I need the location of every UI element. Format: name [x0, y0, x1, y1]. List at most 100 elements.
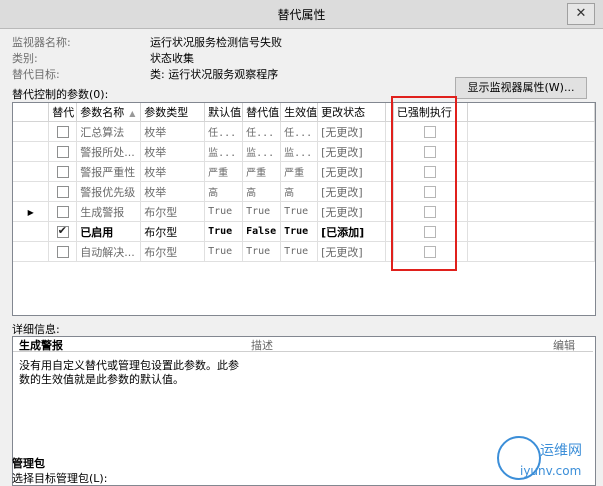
change-status-cell: [无更改] [317, 181, 386, 202]
spacer-cell [385, 241, 394, 262]
row-header[interactable] [13, 181, 50, 202]
enforced-checkbox-cell[interactable] [393, 201, 468, 222]
enforced-checkbox[interactable] [424, 166, 437, 178]
effective-value-cell: True [280, 201, 319, 222]
param-name-cell: 自动解决... [76, 241, 142, 262]
category-value: 状态收集 [150, 52, 194, 65]
default-value-cell: True [204, 201, 244, 222]
enforced-checkbox-cell[interactable] [393, 221, 468, 242]
enforced-checkbox-cell[interactable] [393, 141, 468, 162]
enforced-checkbox-cell[interactable] [393, 241, 468, 262]
param-type-cell: 枚举 [140, 181, 206, 202]
spacer-cell [385, 221, 394, 242]
detail-header: 生成警报 描述 编辑 [13, 337, 593, 352]
param-name-cell: 生成警报 [76, 201, 142, 222]
enforced-checkbox[interactable] [424, 246, 437, 258]
row-header[interactable] [13, 241, 50, 262]
param-type-cell: 枚举 [140, 121, 206, 142]
param-name-cell: 警报优先级 [76, 181, 142, 202]
override-checkbox[interactable] [56, 146, 69, 158]
row-header[interactable]: ▶ [13, 201, 50, 222]
col-effective-value[interactable]: 生效值 [280, 103, 319, 122]
change-status-cell: [无更改] [317, 121, 386, 142]
col-default-value[interactable]: 默认值 [204, 103, 244, 122]
override-value-cell[interactable]: True [242, 241, 282, 262]
row-header-corner [13, 103, 50, 122]
enforced-checkbox-cell[interactable] [393, 121, 468, 142]
row-header[interactable] [13, 121, 50, 142]
col-override[interactable]: 替代 [48, 103, 78, 122]
override-value-cell[interactable]: False [242, 221, 282, 242]
filler-cell [467, 121, 595, 142]
default-value-cell: True [204, 241, 244, 262]
close-button[interactable]: ✕ [567, 3, 595, 25]
col-filler [467, 103, 595, 122]
override-checkbox-cell[interactable] [48, 201, 78, 222]
override-value-cell[interactable]: True [242, 201, 282, 222]
override-checkbox-cell[interactable] [48, 121, 78, 142]
override-value-cell[interactable]: 高 [242, 181, 282, 202]
override-checkbox-cell[interactable] [48, 221, 78, 242]
enforced-checkbox-cell[interactable] [393, 161, 468, 182]
table-row[interactable]: 汇总算法 枚举 任... 任... 任... [无更改] [13, 121, 595, 142]
override-checkbox[interactable] [56, 126, 69, 138]
enforced-checkbox[interactable] [424, 126, 437, 138]
param-type-cell: 枚举 [140, 141, 206, 162]
override-checkbox-cell[interactable] [48, 141, 78, 162]
params-label: 替代控制的参数(0): [12, 88, 109, 101]
enforced-checkbox[interactable] [424, 226, 437, 238]
filler-cell [467, 241, 595, 262]
parameters-grid: 替代 参数名称 ▲ 参数类型 默认值 替代值 生效值 更改状态 已强制执行 汇总算… [12, 102, 596, 316]
watermark-brand: 运维网 [540, 443, 582, 459]
spacer-cell [385, 121, 394, 142]
filler-cell [467, 141, 595, 162]
table-row[interactable]: 已启用布尔型TrueFalseTrue[已添加] [13, 221, 595, 242]
default-value-cell: 高 [204, 181, 244, 202]
row-header[interactable] [13, 141, 50, 162]
override-value-cell[interactable]: 任... [242, 121, 282, 142]
override-checkbox-cell[interactable] [48, 161, 78, 182]
override-checkbox-cell[interactable] [48, 181, 78, 202]
enforced-checkbox[interactable] [424, 206, 437, 218]
param-type-cell: 布尔型 [140, 201, 206, 222]
effective-value-cell: 高 [280, 181, 319, 202]
spacer-cell [385, 141, 394, 162]
table-row[interactable]: ▶ 生成警报 布尔型 True True True [无更改] [13, 201, 595, 222]
override-target-value: 类: 运行状况服务观察程序 [150, 68, 279, 81]
param-name-cell: 已启用 [76, 221, 142, 242]
col-change-status[interactable]: 更改状态 [317, 103, 386, 122]
override-checkbox[interactable] [56, 166, 69, 178]
override-checkbox-cell[interactable] [48, 241, 78, 262]
enforced-checkbox-cell[interactable] [393, 181, 468, 202]
filler-cell [467, 201, 595, 222]
col-param-type[interactable]: 参数类型 [140, 103, 206, 122]
enforced-checkbox[interactable] [424, 146, 437, 158]
filler-cell [467, 181, 595, 202]
override-checkbox[interactable] [56, 224, 69, 238]
row-header[interactable] [13, 221, 50, 242]
col-override-value[interactable]: 替代值 [242, 103, 282, 122]
table-row[interactable]: 警报严重性 枚举 严重 严重 严重 [无更改] [13, 161, 595, 182]
row-header[interactable] [13, 161, 50, 182]
table-row[interactable]: 警报所处... 枚举 监... 监... 监... [无更改] [13, 141, 595, 162]
detail-col-desc: 描述 [251, 339, 273, 352]
override-value-cell[interactable]: 监... [242, 141, 282, 162]
effective-value-cell: True [280, 241, 319, 262]
detail-col-edit[interactable]: 编辑 [553, 337, 575, 353]
param-name-cell: 警报所处... [76, 141, 142, 162]
override-checkbox[interactable] [56, 186, 69, 198]
col-param-name[interactable]: 参数名称 ▲ [76, 103, 142, 122]
table-row[interactable]: 自动解决... 布尔型 True True True [无更改] [13, 241, 595, 262]
current-row-pointer-icon: ▶ [27, 208, 34, 217]
default-value-cell: True [204, 221, 244, 242]
show-monitor-properties-button[interactable]: 显示监视器属性(W)... [455, 77, 587, 99]
override-checkbox[interactable] [56, 246, 69, 258]
col-enforced[interactable]: 已强制执行 [393, 103, 468, 122]
enforced-checkbox[interactable] [424, 186, 437, 198]
window-title: 替代属性 [277, 8, 326, 22]
effective-value-cell: True [280, 221, 319, 242]
effective-value-cell: 监... [280, 141, 319, 162]
override-checkbox[interactable] [56, 206, 69, 218]
override-value-cell[interactable]: 严重 [242, 161, 282, 182]
table-row[interactable]: 警报优先级 枚举高高高 [无更改] [13, 181, 595, 202]
